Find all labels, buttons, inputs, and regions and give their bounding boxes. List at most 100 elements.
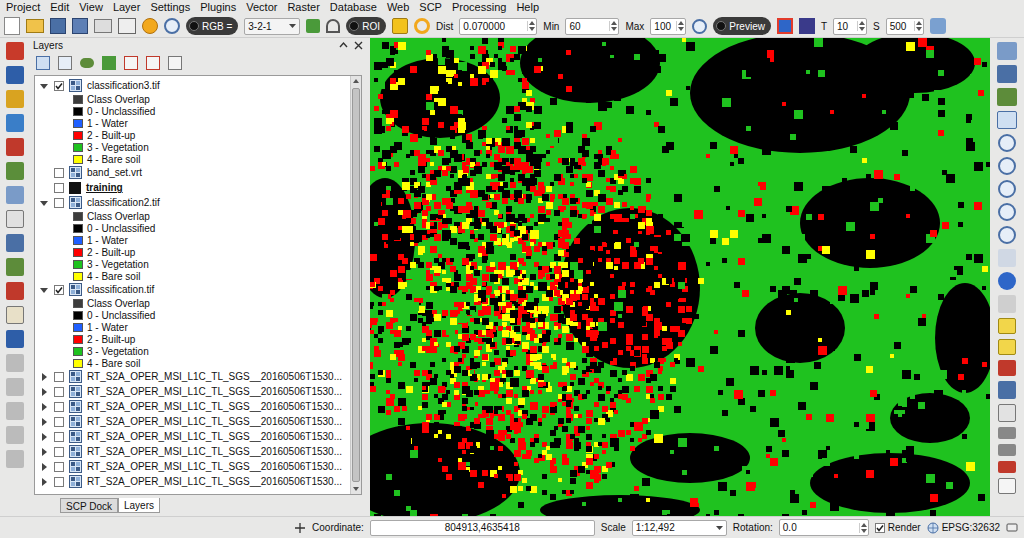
tool-icon[interactable] [6,66,24,84]
add-roi-icon[interactable] [392,18,408,34]
map-canvas[interactable] [370,38,990,516]
menu-item[interactable]: Project [1,0,45,15]
remove-icon[interactable] [168,56,182,70]
menu-item[interactable]: Help [511,0,544,15]
layer-row[interactable]: classification2.tif [35,195,350,210]
layer-row[interactable]: RT_S2A_OPER_MSI_L1C_TL_SGS__20160506T153… [35,414,350,429]
tool-icon[interactable] [6,186,24,204]
tool-icon[interactable] [998,461,1016,473]
tool-icon[interactable] [6,402,24,420]
open-project-icon[interactable] [26,19,44,33]
menu-item[interactable]: Layer [108,0,146,15]
menu-item[interactable]: Settings [145,0,195,15]
s-field[interactable]: 500 [886,18,924,35]
checkbox[interactable] [875,523,885,533]
expand-arrow-icon[interactable] [40,373,48,381]
expand-arrow-icon[interactable] [40,478,48,486]
checkbox[interactable] [54,372,64,382]
vertex-icon[interactable] [326,19,340,33]
collapse-arrow-icon[interactable] [40,286,48,294]
tool-icon[interactable] [6,450,24,468]
expand-arrow-icon[interactable] [40,418,48,426]
menu-item[interactable]: SCP [414,0,447,15]
panel-tab[interactable]: Layers [118,498,160,513]
style-icon[interactable] [36,56,50,70]
tool-icon[interactable] [998,478,1016,494]
spinner-icon[interactable] [859,523,868,533]
expand-arrow-icon[interactable] [40,388,48,396]
max-field[interactable]: 100 [650,18,686,35]
spinner-icon[interactable] [857,21,866,31]
tool-icon[interactable] [998,180,1016,198]
checkbox[interactable] [54,198,64,208]
rotation-field[interactable]: 0.0 [779,519,869,536]
menu-item[interactable]: Web [382,0,414,15]
new-project-icon[interactable] [4,17,20,35]
tool-icon[interactable] [998,295,1016,313]
tool-icon[interactable] [998,226,1016,244]
grid-icon[interactable] [799,18,815,34]
t-field[interactable]: 10 [833,18,867,35]
tool-icon[interactable] [6,234,24,252]
expand-arrow-icon[interactable] [40,403,48,411]
tool-icon[interactable] [998,427,1016,439]
spinner-icon[interactable] [676,21,685,31]
sun-icon[interactable] [142,18,158,34]
layer-row[interactable]: RT_S2A_OPER_MSI_L1C_TL_SGS__20160506T153… [35,369,350,384]
palette-icon[interactable] [777,18,793,34]
expand-arrow-icon[interactable] [40,433,48,441]
tool-icon[interactable] [6,162,24,180]
collapse-arrow-icon[interactable] [40,199,48,207]
crs-button[interactable]: EPSG:32632 [927,520,1000,535]
spinner-icon[interactable] [914,21,923,31]
dist-field[interactable]: 0.070000 [459,18,537,35]
add-group-icon[interactable] [58,56,72,70]
expand-all-icon[interactable] [124,56,138,70]
tool-icon[interactable] [6,138,24,156]
collapse-all-icon[interactable] [146,56,160,70]
save-project-icon[interactable] [50,18,66,34]
rgb-toggle[interactable]: RGB = [186,17,238,35]
checkbox[interactable] [54,81,64,91]
layout-manager-icon[interactable] [118,18,136,34]
layer-row[interactable]: RT_S2A_OPER_MSI_L1C_TL_SGS__20160506T153… [35,459,350,474]
checkbox[interactable] [54,432,64,442]
map-view[interactable] [370,38,990,516]
tool-icon[interactable] [6,210,24,228]
tool-icon[interactable] [6,282,24,300]
spinner-icon[interactable] [527,21,536,31]
checkbox[interactable] [54,168,64,178]
tool-icon[interactable] [997,65,1017,83]
tool-icon[interactable] [6,114,24,132]
checkbox[interactable] [54,285,64,295]
checkbox[interactable] [54,417,64,427]
tool-icon[interactable] [997,88,1017,106]
layer-row[interactable]: classification3.tif [35,78,350,93]
panel-tab[interactable]: SCP Dock [60,498,118,513]
layer-row[interactable]: RT_S2A_OPER_MSI_L1C_TL_SGS__20160506T153… [35,384,350,399]
layer-row[interactable]: RT_S2A_OPER_MSI_L1C_TL_SGS__20160506T153… [35,429,350,444]
tool-icon[interactable] [6,42,24,60]
layer-row[interactable]: RT_S2A_OPER_MSI_L1C_TL_SGS__20160506T153… [35,444,350,459]
save-as-icon[interactable] [72,18,88,34]
tool-icon[interactable] [997,42,1017,60]
tool-icon[interactable] [998,381,1016,399]
tool-icon[interactable] [998,272,1016,290]
tool-icon[interactable] [6,354,24,372]
menu-item[interactable]: Processing [447,0,511,15]
zoom-icon[interactable] [164,18,180,34]
filter-icon[interactable] [102,56,116,70]
menu-item[interactable]: Edit [45,0,74,15]
menu-item[interactable]: View [74,0,108,15]
checkbox[interactable] [54,402,64,412]
coordinate-field[interactable]: 804913,4635418 [370,520,595,536]
menu-item[interactable]: Database [325,0,382,15]
settings-icon[interactable] [930,18,946,34]
roi-toggle[interactable]: ROI [346,17,386,35]
checkbox[interactable] [54,462,64,472]
layer-row[interactable]: training [35,180,350,195]
close-icon[interactable] [354,41,363,50]
tool-icon[interactable] [998,404,1016,422]
tool-icon[interactable] [6,258,24,276]
scale-select[interactable]: 1:12,492 [632,520,727,536]
